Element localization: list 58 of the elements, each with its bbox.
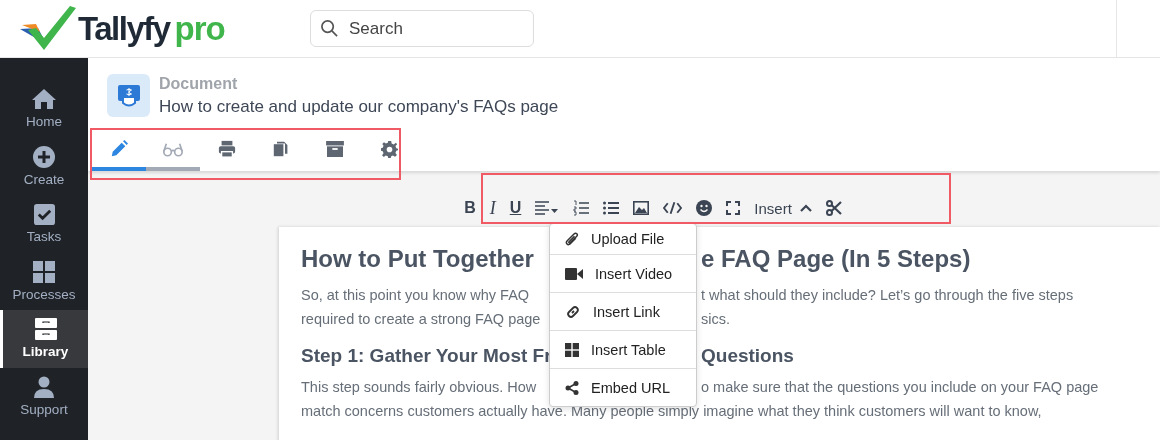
share-icon — [565, 380, 579, 395]
grid-icon — [33, 260, 55, 283]
code-icon — [663, 201, 683, 215]
user-icon — [33, 375, 55, 398]
align-left-icon — [535, 200, 560, 216]
heading-text: e FAQ Page (In 5 Steps) — [701, 245, 971, 274]
search-field[interactable]: Search — [310, 10, 534, 47]
sidebar-item[interactable]: Library — [0, 310, 88, 368]
sidebar-item[interactable]: Processes — [0, 252, 88, 310]
printer-icon — [218, 140, 236, 158]
fullscreen-icon — [726, 201, 741, 215]
settings-icon — [380, 140, 398, 158]
cabinet-icon — [34, 318, 57, 341]
glasses-icon — [162, 141, 184, 157]
paragraph-text: required to create a strong FAQ page — [301, 310, 541, 329]
document-title: How to create and update our company's FAQs page — [159, 96, 559, 117]
link-icon — [565, 303, 581, 320]
checkbox-icon — [33, 203, 55, 225]
video-camera-icon — [565, 267, 583, 280]
italic-button[interactable]: I — [483, 195, 502, 221]
document-badge-icon — [107, 74, 150, 117]
sidebar-item[interactable]: Tasks — [0, 195, 88, 253]
logo-wordmark: Tallyfy — [78, 9, 170, 48]
heading-text: Questions — [701, 345, 794, 367]
numbered-list-icon — [573, 200, 590, 216]
underline-button[interactable]: U — [503, 195, 528, 221]
bullet-list-icon — [603, 201, 620, 215]
paragraph-text: This step sounds fairly obvious. How — [301, 378, 537, 397]
copy-icon — [273, 140, 289, 158]
menu-item[interactable]: Insert Video — [550, 254, 696, 292]
document-type-label: Document — [159, 74, 239, 93]
heading-text: Step 1: Gather Your Most Fr — [301, 345, 552, 367]
heading-text: How to Put Together — [301, 245, 534, 274]
sidebar-item[interactable]: Create — [0, 137, 88, 195]
paperclip-icon — [565, 231, 579, 247]
sidebar-item[interactable]: Home — [0, 80, 88, 138]
logo-suffix: pro — [174, 9, 225, 48]
paragraph-text: So, at this point you know why FAQ — [301, 286, 530, 305]
menu-item[interactable]: Insert Link — [550, 292, 696, 330]
paragraph-text: o make sure that the questions you include on your FAQ page — [701, 378, 1099, 397]
sidebar-item[interactable]: Support — [0, 367, 88, 425]
chevron-icon — [799, 204, 812, 212]
plus-circle-icon — [33, 145, 55, 168]
scissors-icon — [825, 200, 842, 216]
paragraph-text: sics. — [701, 310, 730, 329]
bold-button[interactable]: B — [458, 195, 482, 221]
paragraph-text: t what should they include? Let’s go through the five steps — [701, 286, 1074, 305]
pencil-icon — [110, 140, 128, 158]
image-icon — [633, 201, 650, 215]
home-icon — [31, 88, 57, 111]
search-icon — [320, 19, 339, 38]
archive-box-icon — [326, 141, 344, 157]
insert-button[interactable]: Insert — [748, 195, 818, 221]
table-icon — [565, 342, 579, 357]
menu-item[interactable]: Embed URL — [550, 368, 696, 406]
menu-item[interactable]: Upload File — [550, 224, 696, 254]
smiley-icon — [696, 200, 713, 216]
menu-item[interactable]: Insert Table — [550, 330, 696, 368]
